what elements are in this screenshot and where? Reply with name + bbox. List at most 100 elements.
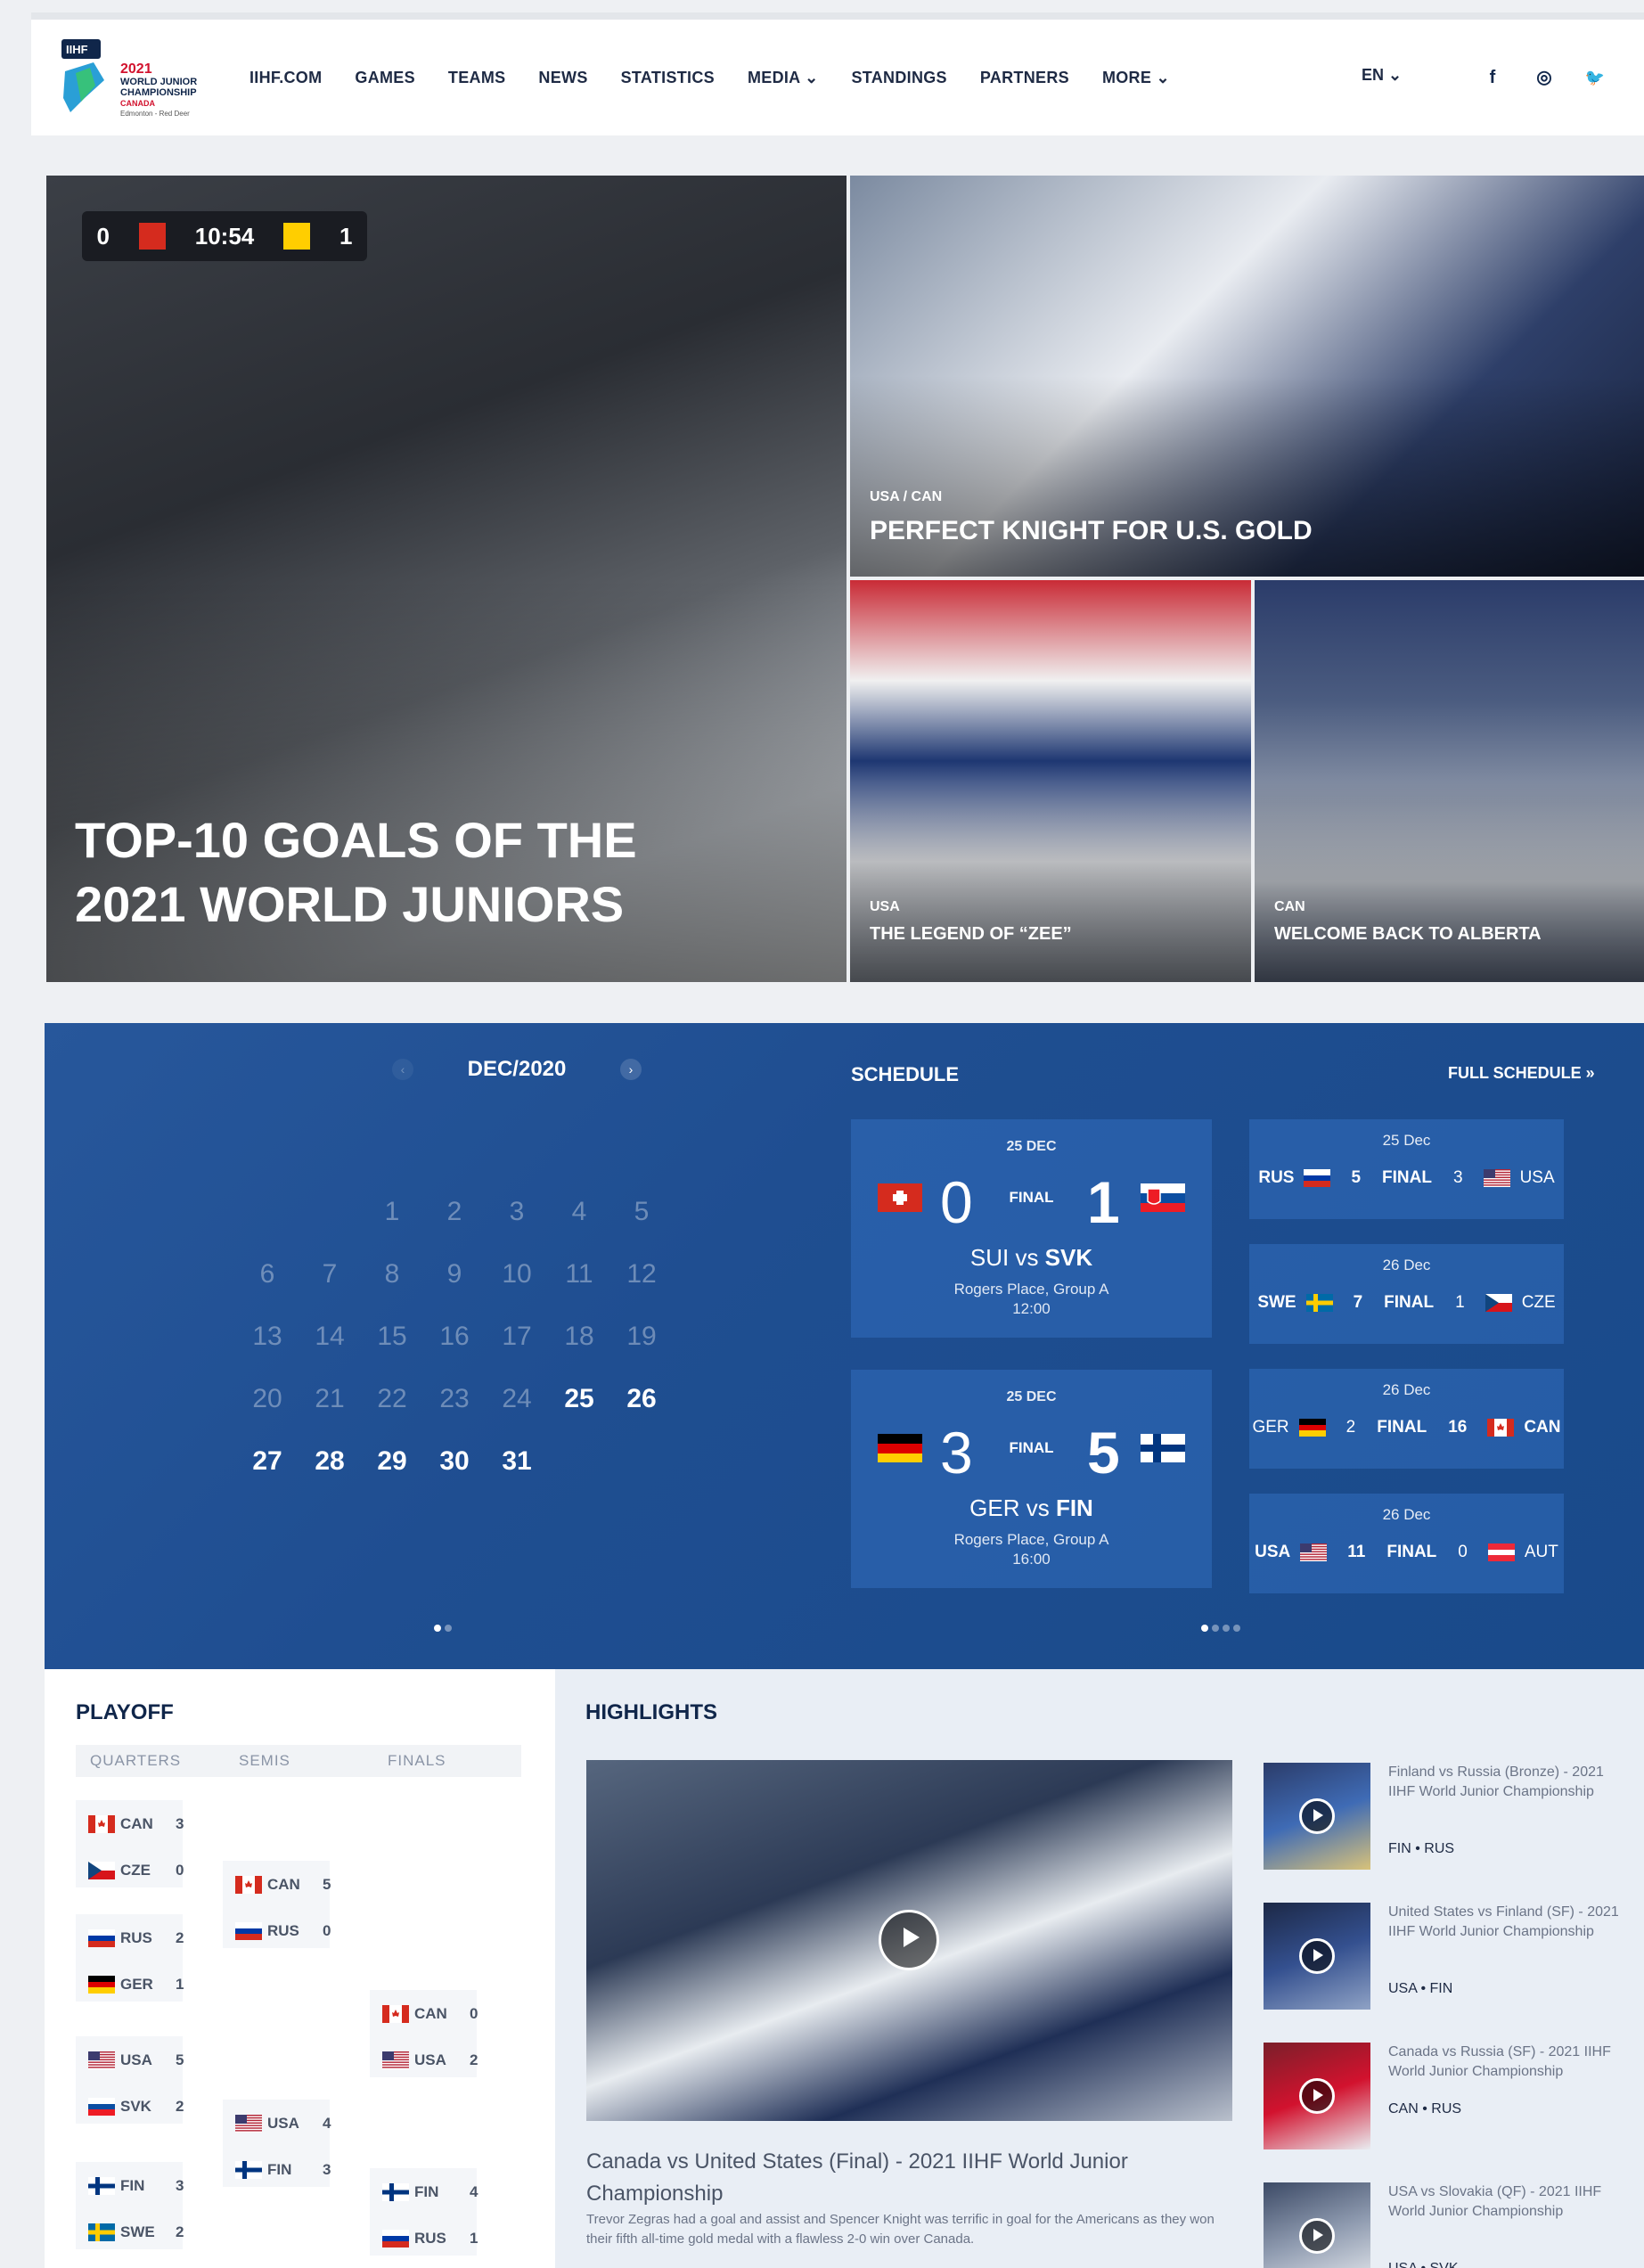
result-card[interactable]: 26 Dec GER 2 FINAL 16 CAN — [1249, 1369, 1564, 1469]
calendar-day[interactable]: 26 — [615, 1384, 668, 1414]
video-list-item[interactable]: United States vs Finland (SF) - 2021 IIH… — [1264, 1903, 1629, 2014]
result-card[interactable]: 26 Dec SWE 7 FINAL 1 CZE — [1249, 1244, 1564, 1344]
calendar-day[interactable]: 31 — [490, 1446, 544, 1477]
calendar-day[interactable]: 28 — [303, 1446, 356, 1477]
video-thumbnail[interactable] — [1264, 2182, 1370, 2268]
nav-games[interactable]: GAMES — [355, 69, 415, 87]
hero-tag: CAN — [1274, 899, 1305, 914]
calendar-day[interactable]: 13 — [241, 1322, 294, 1352]
schedule-pager-dots[interactable] — [1201, 1620, 1244, 1636]
video-thumbnail[interactable] — [1264, 1903, 1370, 2010]
hero-tile-title[interactable]: THE LEGEND OF “ZEE” — [870, 924, 1072, 945]
playoff-matchup[interactable]: CAN 5 RUS 0 — [223, 1861, 331, 1948]
video-thumbnail[interactable] — [1264, 2043, 1370, 2149]
calendar-day[interactable]: 5 — [615, 1197, 668, 1227]
nav-statistics[interactable]: STATISTICS — [621, 69, 715, 87]
calendar-day[interactable]: 7 — [303, 1259, 356, 1290]
playoff-matchup[interactable]: FIN 3 SWE 2 — [76, 2162, 184, 2249]
nav-iihf-com[interactable]: IIHF.COM — [249, 69, 322, 87]
video-title[interactable]: Finland vs Russia (Bronze) - 2021 IIHF W… — [1388, 1763, 1633, 1802]
hero-bottom-left-tile[interactable]: USA THE LEGEND OF “ZEE” — [850, 580, 1251, 982]
away-team: CAN — [1524, 1418, 1561, 1437]
calendar-day[interactable]: 29 — [365, 1446, 419, 1477]
playoff-score: 3 — [176, 1815, 184, 1832]
video-list-item[interactable]: Canada vs Russia (SF) - 2021 IIHF World … — [1264, 2043, 1629, 2154]
video-thumbnail[interactable] — [1264, 1763, 1370, 1870]
play-icon[interactable] — [1299, 2218, 1335, 2254]
nav-media[interactable]: MEDIA ⌄ — [748, 69, 819, 87]
calendar-day[interactable]: 15 — [365, 1322, 419, 1352]
calendar-day[interactable]: 6 — [241, 1259, 294, 1290]
video-list-item[interactable]: USA vs Slovakia (QF) - 2021 IIHF World J… — [1264, 2182, 1629, 2268]
playoff-matchup[interactable]: USA 4 FIN 3 — [223, 2100, 331, 2187]
language-selector[interactable]: EN ⌄ — [1362, 66, 1402, 85]
calendar-day[interactable]: 18 — [552, 1322, 606, 1352]
can-flag-icon — [88, 1815, 115, 1833]
playoff-matchup[interactable]: FIN 4 RUS 1 — [370, 2168, 478, 2256]
calendar-day[interactable]: 1 — [365, 1197, 419, 1227]
result-card[interactable]: 26 Dec USA 11 FINAL 0 AUT — [1249, 1494, 1564, 1593]
full-schedule-link[interactable]: FULL SCHEDULE » — [1448, 1064, 1595, 1083]
nav-partners[interactable]: PARTNERS — [980, 69, 1069, 87]
video-title[interactable]: United States vs Finland (SF) - 2021 IIH… — [1388, 1903, 1633, 1942]
calendar-day[interactable]: 11 — [552, 1259, 606, 1290]
calendar-next-button[interactable]: › — [619, 1059, 642, 1080]
instagram-icon[interactable]: ◎ — [1531, 64, 1558, 91]
hero-top-right-tile[interactable]: USA / CAN PERFECT KNIGHT FOR U.S. GOLD — [850, 176, 1644, 577]
nav-news[interactable]: NEWS — [538, 69, 587, 87]
calendar-day[interactable]: 30 — [428, 1446, 481, 1477]
calendar-day[interactable]: 12 — [615, 1259, 668, 1290]
video-title[interactable]: Canada vs Russia (SF) - 2021 IIHF World … — [1388, 2043, 1633, 2082]
main-video-title[interactable]: Canada vs United States (Final) - 2021 I… — [586, 2146, 1232, 2210]
calendar-day[interactable]: 14 — [303, 1322, 356, 1352]
result-card[interactable]: 25 Dec RUS 5 FINAL 3 USA — [1249, 1119, 1564, 1219]
hero-main-tile[interactable]: 0 10:54 1 TOP-10 GOALS OF THE 2021 WORLD… — [46, 176, 847, 982]
calendar-day[interactable]: 22 — [365, 1384, 419, 1414]
hero-tile-title[interactable]: PERFECT KNIGHT FOR U.S. GOLD — [870, 516, 1313, 546]
video-title[interactable]: USA vs Slovakia (QF) - 2021 IIHF World J… — [1388, 2182, 1633, 2222]
calendar-day[interactable]: 9 — [428, 1259, 481, 1290]
calendar-day[interactable]: 17 — [490, 1322, 544, 1352]
nav-standings[interactable]: STANDINGS — [851, 69, 946, 87]
playoff-matchup[interactable]: USA 5 SVK 2 — [76, 2036, 184, 2124]
facebook-icon[interactable]: f — [1479, 64, 1506, 91]
calendar-prev-button[interactable]: ‹ — [392, 1059, 413, 1080]
featured-game-card[interactable]: 25 DEC 0 FINAL 1 SUI vs SVK Rogers Place… — [851, 1119, 1212, 1338]
main-video-thumbnail[interactable] — [586, 1760, 1232, 2121]
home-score: 2 — [1345, 1418, 1356, 1437]
calendar-day[interactable]: 16 — [428, 1322, 481, 1352]
away-team: CZE — [1521, 1293, 1556, 1312]
calendar-day[interactable]: 2 — [428, 1197, 481, 1227]
play-icon[interactable] — [879, 1910, 939, 1970]
calendar-day[interactable]: 8 — [365, 1259, 419, 1290]
hero-bottom-right-tile[interactable]: CAN WELCOME BACK TO ALBERTA — [1255, 580, 1644, 982]
playoff-team: USA — [414, 2051, 446, 2068]
nav-teams[interactable]: TEAMS — [448, 69, 506, 87]
calendar-day[interactable]: 3 — [490, 1197, 544, 1227]
hero-main-title[interactable]: TOP-10 GOALS OF THE 2021 WORLD JUNIORS — [75, 808, 699, 937]
play-icon[interactable] — [1299, 2078, 1335, 2114]
calendar-day[interactable]: 23 — [428, 1384, 481, 1414]
calendar-day[interactable]: 21 — [303, 1384, 356, 1414]
playoff-matchup[interactable]: CAN 3 CZE 0 — [76, 1800, 184, 1887]
calendar-day[interactable]: 24 — [490, 1384, 544, 1414]
calendar-pager-dots[interactable] — [434, 1620, 455, 1636]
playoff-matchup[interactable]: CAN 0 USA 2 — [370, 1990, 478, 2077]
hero-tile-title[interactable]: WELCOME BACK TO ALBERTA — [1274, 924, 1542, 945]
calendar-day[interactable]: 19 — [615, 1322, 668, 1352]
playoff-matchup[interactable]: RUS 2 GER 1 — [76, 1914, 184, 2002]
playoff-team-row: USA 5 — [88, 2047, 184, 2074]
game-date: 25 DEC — [1006, 1389, 1057, 1404]
play-icon[interactable] — [1299, 1938, 1335, 1974]
video-list-item[interactable]: Finland vs Russia (Bronze) - 2021 IIHF W… — [1264, 1763, 1629, 1874]
event-logo[interactable]: IIHF 2021 WORLD JUNIOR CHAMPIONSHIP CANA… — [58, 36, 227, 123]
play-icon[interactable] — [1299, 1798, 1335, 1834]
calendar-day[interactable]: 10 — [490, 1259, 544, 1290]
calendar-day[interactable]: 4 — [552, 1197, 606, 1227]
twitter-icon[interactable]: 🐦 — [1582, 64, 1608, 91]
nav-more[interactable]: MORE ⌄ — [1102, 69, 1170, 87]
featured-game-card[interactable]: 25 DEC 3 FINAL 5 GER vs FIN Rogers Place… — [851, 1370, 1212, 1588]
calendar-day[interactable]: 25 — [552, 1384, 606, 1414]
calendar-day[interactable]: 27 — [241, 1446, 294, 1477]
calendar-day[interactable]: 20 — [241, 1384, 294, 1414]
